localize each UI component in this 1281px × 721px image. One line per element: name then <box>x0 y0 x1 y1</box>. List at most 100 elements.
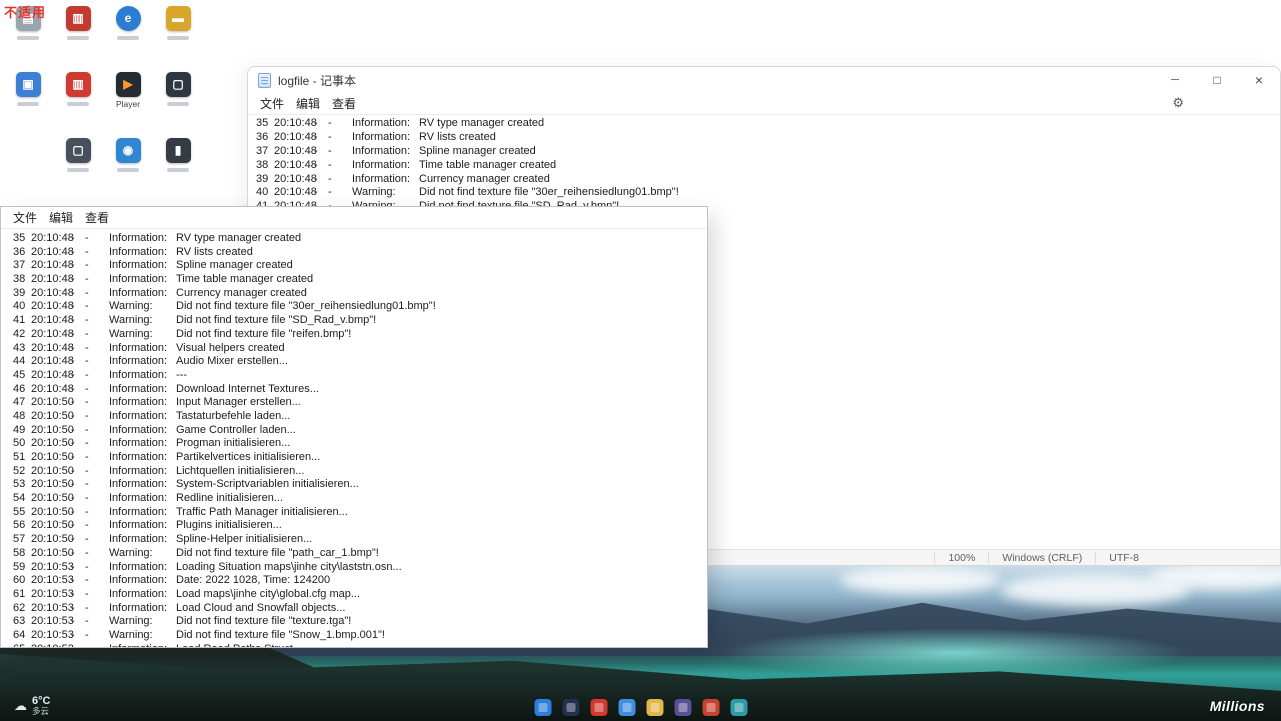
log-line: 4120:10:48--Warning:Did not find texture… <box>13 314 707 328</box>
log-line: 5720:10:50--Information:Spline-Helper in… <box>13 533 707 547</box>
log-line: 4820:10:50--Information:Tastaturbefehle … <box>13 410 707 424</box>
log-line: 5320:10:50--Information:System-Scriptvar… <box>13 478 707 492</box>
notepad-window-front: 文件 编辑 查看 3520:10:48--Information:RV type… <box>0 206 708 648</box>
log-line: 3920:10:48--Information:Currency manager… <box>256 173 1280 187</box>
log-line: 6520:10:53--Information:Load Road Paths … <box>13 643 707 647</box>
desktop-icon-phone[interactable]: ▮ <box>156 138 200 172</box>
log-line: 5220:10:50--Information:Lichtquellen ini… <box>13 465 707 479</box>
desktop-icon-phone-label <box>167 168 189 172</box>
log-line: 4520:10:48--Information:--- <box>13 369 707 383</box>
taskbar-icons <box>534 699 747 716</box>
log-line: 5620:10:50--Information:Plugins initiali… <box>13 519 707 533</box>
taskbar-app-icon-3[interactable] <box>590 699 607 716</box>
log-line: 6120:10:53--Information:Load maps\jinhe … <box>13 588 707 602</box>
taskbar-app-icon-2[interactable] <box>562 699 579 716</box>
desktop-icon-red-app[interactable]: ▥ <box>56 6 100 40</box>
desktop-icon-monitor-glyph: ▢ <box>166 72 191 97</box>
taskbar-app-icon-1[interactable] <box>534 699 551 716</box>
log-line: 4320:10:48--Information:Visual helpers c… <box>13 342 707 356</box>
bg-menu-view[interactable]: 查看 <box>326 93 362 114</box>
desktop-icon-camera[interactable]: ◉ <box>106 138 150 172</box>
desktop-icon-pc-label <box>67 168 89 172</box>
desktop-icon-ie-browser[interactable]: e <box>106 6 150 40</box>
weather-condition: 多云 <box>32 706 50 716</box>
log-line: 3720:10:48--Information:Spline manager c… <box>13 259 707 273</box>
desktop-icon-monitor[interactable]: ▢ <box>156 72 200 106</box>
front-menu-edit[interactable]: 编辑 <box>43 207 79 228</box>
log-line: 4620:10:48--Information:Download Interne… <box>13 383 707 397</box>
log-line: 3620:10:48--Information:RV lists created <box>256 131 1280 145</box>
log-line: 4420:10:48--Information:Audio Mixer erst… <box>13 355 707 369</box>
log-line: 3520:10:48--Information:RV type manager … <box>256 117 1280 131</box>
recording-watermark: Millions <box>1210 698 1265 714</box>
notepad-app-icon <box>258 73 271 88</box>
front-log-text[interactable]: 3520:10:48--Information:RV type manager … <box>1 230 707 647</box>
desktop-icon-pc-glyph: ▢ <box>66 138 91 163</box>
bg-menu-file[interactable]: 文件 <box>254 93 290 114</box>
desktop-icon-phone-glyph: ▮ <box>166 138 191 163</box>
minimize-button[interactable] <box>1154 67 1196 93</box>
desktop-icon-bus[interactable]: ▬ <box>156 6 200 40</box>
log-line: 3820:10:48--Information:Time table manag… <box>13 273 707 287</box>
overlay-watermark-text: 不适用 <box>4 2 46 21</box>
desktop-icon-red-app-label <box>67 36 89 40</box>
desktop-icon-invoice-label <box>67 102 89 106</box>
log-line: 3520:10:48--Information:RV type manager … <box>13 232 707 246</box>
desktop-icon-red-app-glyph: ▥ <box>66 6 91 31</box>
settings-gear-icon[interactable] <box>1172 95 1184 111</box>
desktop-icon-display-label <box>17 102 39 106</box>
desktop-icon-card-reader-label <box>17 36 39 40</box>
taskbar-app-icon-8[interactable] <box>730 699 747 716</box>
log-line: 3620:10:48--Information:RV lists created <box>13 246 707 260</box>
log-line: 4220:10:48--Warning:Did not find texture… <box>13 328 707 342</box>
weather-widget[interactable]: 6°C 多云 <box>14 696 50 716</box>
front-menu-bar: 文件 编辑 查看 <box>1 207 707 229</box>
line-ending[interactable]: Windows (CRLF) <box>988 552 1095 564</box>
log-line: 5120:10:50--Information:Partikelvertices… <box>13 451 707 465</box>
taskbar-app-icon-6[interactable] <box>674 699 691 716</box>
desktop-icon-monitor-label <box>167 102 189 106</box>
desktop-icon-player[interactable]: ▶ Player <box>106 72 150 109</box>
log-line: 5520:10:50--Information:Traffic Path Man… <box>13 506 707 520</box>
taskbar-app-icon-7[interactable] <box>702 699 719 716</box>
taskbar-app-icon-4[interactable] <box>618 699 635 716</box>
desktop-icon-player-label: Player <box>106 100 150 109</box>
wallpaper-cloud <box>840 566 1000 594</box>
maximize-button[interactable] <box>1196 67 1238 93</box>
log-line: 6320:10:53--Warning:Did not find texture… <box>13 615 707 629</box>
bg-title-bar[interactable]: logfile - 记事本 <box>248 67 1280 93</box>
weather-temperature: 6°C <box>32 696 50 706</box>
desktop-icon-bus-label <box>167 36 189 40</box>
bg-menu-bar: 文件 编辑 查看 <box>248 93 1280 115</box>
desktop-icon-display[interactable]: ▣ <box>6 72 50 106</box>
desktop-icon-invoice[interactable]: ▥ <box>56 72 100 106</box>
desktop-icon-invoice-glyph: ▥ <box>66 72 91 97</box>
desktop-icon-ie-browser-label <box>117 36 139 40</box>
log-line: 5920:10:53--Information:Loading Situatio… <box>13 561 707 575</box>
log-line: 3920:10:48--Information:Currency manager… <box>13 287 707 301</box>
log-line: 5420:10:50--Information:Redline initiali… <box>13 492 707 506</box>
desktop-icon-pc[interactable]: ▢ <box>56 138 100 172</box>
taskbar-app-icon-5[interactable] <box>646 699 663 716</box>
log-line: 6020:10:53--Information:Date: 2022 1028,… <box>13 574 707 588</box>
wallpaper-lake-glow <box>720 628 1190 678</box>
front-menu-view[interactable]: 查看 <box>79 207 115 228</box>
desktop-icon-bus-glyph: ▬ <box>166 6 191 31</box>
log-line: 6220:10:53--Information:Load Cloud and S… <box>13 602 707 616</box>
encoding[interactable]: UTF-8 <box>1095 552 1152 564</box>
desktop-icon-player-glyph: ▶ <box>116 72 141 97</box>
log-line: 4020:10:48--Warning:Did not find texture… <box>13 300 707 314</box>
log-line: 6420:10:53--Warning:Did not find texture… <box>13 629 707 643</box>
front-menu-file[interactable]: 文件 <box>7 207 43 228</box>
log-line: 4920:10:50--Information:Game Controller … <box>13 424 707 438</box>
close-button[interactable] <box>1238 67 1280 93</box>
window-controls <box>1154 67 1280 93</box>
zoom-level[interactable]: 100% <box>934 552 988 564</box>
desktop-icon-camera-label <box>117 168 139 172</box>
bg-window-title: logfile - 记事本 <box>278 72 356 89</box>
log-line: 4720:10:50--Information:Input Manager er… <box>13 396 707 410</box>
bg-menu-edit[interactable]: 编辑 <box>290 93 326 114</box>
log-line: 5820:10:50--Warning:Did not find texture… <box>13 547 707 561</box>
log-line: 5020:10:50--Information:Progman initiali… <box>13 437 707 451</box>
desktop-icon-display-glyph: ▣ <box>16 72 41 97</box>
